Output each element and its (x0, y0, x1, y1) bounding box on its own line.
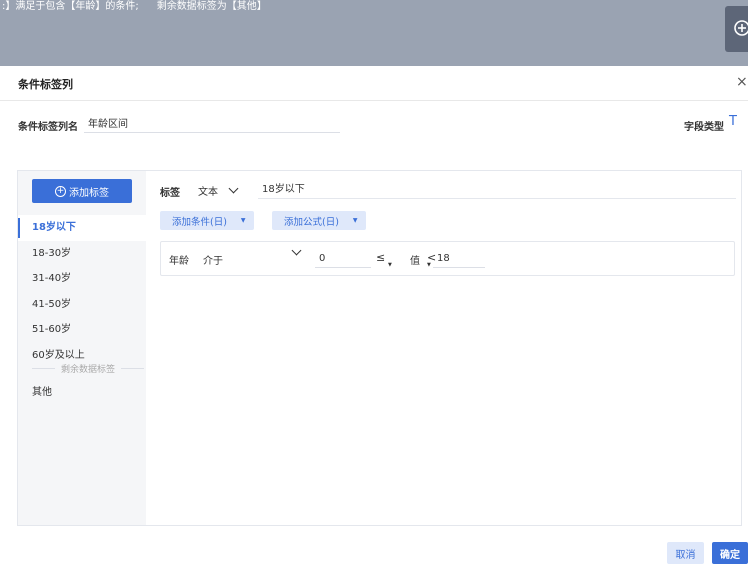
add-formula-label: 添加公式(日) (284, 216, 339, 228)
text-type-icon[interactable]: T (729, 114, 737, 129)
rest-data-divider: 剩余数据标签 (32, 362, 145, 375)
tag-editor-panel: + 添加标签 18岁以下 18-30岁 31-40岁 41-50岁 51-60岁… (17, 170, 742, 526)
lower-comparator-select[interactable]: ≤ (376, 251, 385, 264)
tag-type-value: 文本 (198, 186, 218, 198)
add-formula-button[interactable]: 添加公式(日) ▼ (272, 211, 366, 230)
chevron-down-icon[interactable] (291, 245, 302, 256)
overlay-text-left: :】满足于包含【年龄】的条件; (2, 1, 139, 12)
add-plus-button[interactable] (725, 6, 748, 52)
tag-item[interactable]: 41-50岁 (18, 292, 146, 318)
chevron-down-icon (228, 183, 239, 193)
high-value-input[interactable] (433, 250, 485, 268)
caret-down-icon: ▼ (240, 217, 246, 224)
title-divider (0, 100, 748, 101)
tag-value-input[interactable] (258, 177, 736, 199)
low-value-input[interactable] (315, 250, 371, 268)
tag-item[interactable]: 31-40岁 (18, 266, 146, 292)
add-tag-button[interactable]: + 添加标签 (32, 179, 132, 203)
tag-label: 标签 (160, 188, 180, 199)
column-name-input[interactable] (84, 113, 340, 133)
tag-item[interactable]: 18-30岁 (18, 241, 146, 267)
overlay-description: :】满足于包含【年龄】的条件; 剩余数据标签为【其他】 (2, 0, 267, 12)
condition-row: 年龄 介于 ≤ ▼ 值 < ▼ (160, 241, 735, 276)
caret-down-icon: ▼ (388, 262, 392, 268)
tag-sidebar: + 添加标签 18岁以下 18-30岁 31-40岁 41-50岁 51-60岁… (18, 171, 146, 525)
condition-field: 年龄 (169, 256, 189, 267)
overlay-text-right: 剩余数据标签为【其他】 (156, 1, 267, 12)
plus-circle-icon (734, 20, 748, 36)
cancel-button[interactable]: 取消 (667, 542, 704, 564)
field-type-label: 字段类型 (684, 122, 724, 133)
condition-operator-select[interactable]: 介于 (203, 252, 223, 267)
caret-down-icon: ▼ (427, 262, 431, 268)
plus-circle-icon: + (55, 185, 66, 197)
column-name-label: 条件标签列名 (18, 122, 78, 133)
confirm-button[interactable]: 确定 (712, 542, 748, 564)
conditional-tag-dialog: 条件标签列 × 条件标签列名 字段类型 T + 添加标签 18岁以下 18-30… (0, 66, 748, 568)
tag-detail: 标签 文本 添加条件(日) ▼ 添加公式(日) ▼ 年龄 介于 ≤ ▼ (146, 171, 741, 525)
tag-item[interactable]: 18岁以下 (18, 215, 146, 241)
background-overlay: :】满足于包含【年龄】的条件; 剩余数据标签为【其他】 (0, 0, 748, 66)
add-condition-button[interactable]: 添加条件(日) ▼ (160, 211, 254, 230)
value-word: 值 (410, 256, 420, 267)
dialog-title: 条件标签列 (18, 78, 73, 91)
tag-item[interactable]: 51-60岁 (18, 317, 146, 343)
other-tag-item[interactable]: 其他 (32, 383, 52, 398)
add-condition-label: 添加条件(日) (172, 216, 227, 228)
tag-type-select[interactable]: 文本 (198, 181, 248, 199)
add-tag-label: 添加标签 (69, 187, 109, 199)
close-icon[interactable]: × (736, 74, 748, 90)
caret-down-icon: ▼ (352, 217, 358, 224)
tag-list: 18岁以下 18-30岁 31-40岁 41-50岁 51-60岁 60岁及以上 (18, 215, 146, 368)
rest-data-label: 剩余数据标签 (61, 364, 116, 375)
